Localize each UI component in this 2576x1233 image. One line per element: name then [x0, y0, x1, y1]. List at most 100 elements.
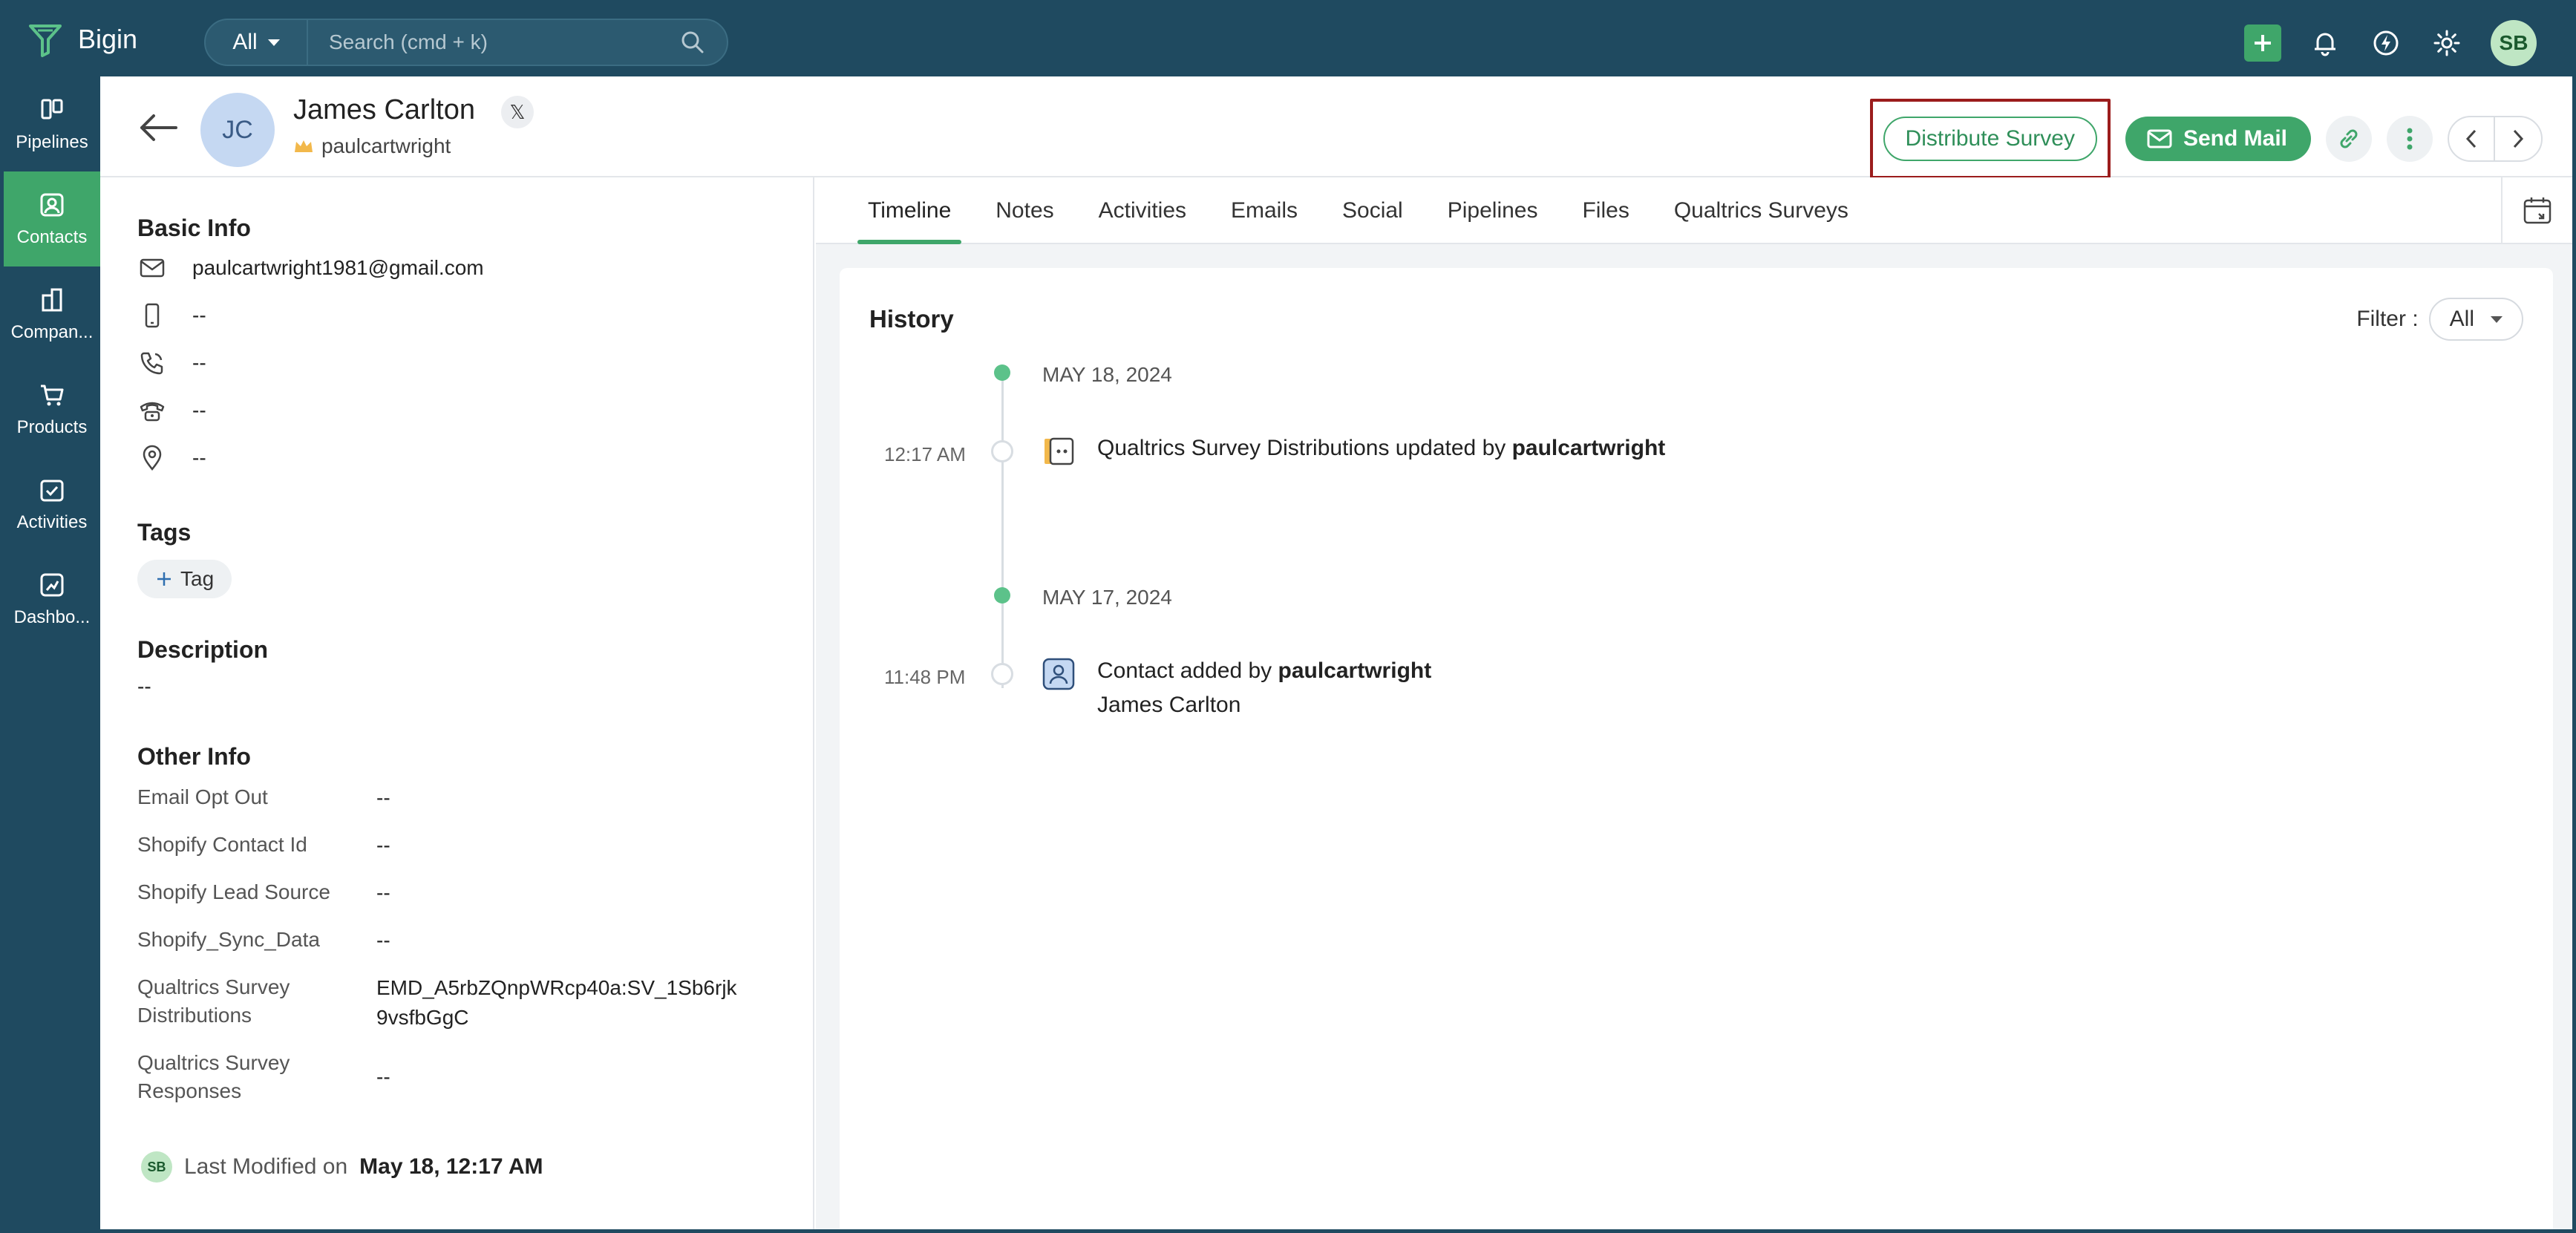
history-card: History Filter : All MAY 18, 2024 12:17 … [840, 268, 2553, 1229]
field-value: EMD_A5rbZQnpWRcp40a:SV_1Sb6rjk9vsfbGgC [376, 976, 737, 1029]
location-pin-icon [143, 445, 162, 471]
contact-name: James Carlton [293, 94, 475, 125]
phone-row: -- [137, 348, 206, 378]
home-phone-row: -- [137, 396, 206, 425]
survey-distribution-icon [1045, 437, 1074, 465]
field-row: Shopify_Sync_Data -- [137, 926, 776, 955]
other-info-title: Other Info [137, 743, 251, 770]
mail-icon [140, 258, 165, 278]
quick-create-button[interactable] [2244, 24, 2281, 62]
event-description: Qualtrics Survey Distributions updated b… [1097, 436, 1512, 460]
automation-button[interactable] [2369, 26, 2403, 60]
event-user[interactable]: paulcartwright [1512, 436, 1666, 460]
sidebar-item-label: Dashbo... [13, 607, 91, 627]
last-modified: SB Last Modified on May 18, 12:17 AM [141, 1151, 543, 1183]
more-options-button[interactable] [2387, 116, 2433, 162]
email-value[interactable]: paulcartwright1981@gmail.com [192, 256, 484, 280]
add-tag-label: Tag [180, 567, 215, 590]
tab-social[interactable]: Social [1320, 177, 1425, 244]
tab-emails[interactable]: Emails [1209, 177, 1320, 244]
mail-icon [2147, 129, 2172, 148]
activities-icon [40, 480, 64, 502]
panel-toggle-button[interactable] [2501, 177, 2572, 244]
timeline-time: 11:48 PM [884, 666, 966, 688]
mobile-phone-icon [145, 303, 160, 328]
event-user[interactable]: paulcartwright [1278, 658, 1432, 683]
header-actions: Distribute Survey Send Mail [1869, 99, 2543, 179]
search-scope-dropdown[interactable]: All [206, 20, 308, 65]
sidebar-item-dashboards[interactable]: Dashbo... [4, 552, 100, 647]
search-scope-label: All [232, 30, 258, 54]
contact-avatar[interactable]: JC [200, 93, 275, 167]
contact-owner: paulcartwright [293, 134, 451, 158]
search-icon[interactable] [678, 27, 707, 57]
chevron-down-icon [2491, 315, 2503, 323]
link-icon [2340, 129, 2358, 148]
contact-card-icon [1042, 658, 1075, 690]
address-value: -- [192, 446, 206, 469]
timeline-date-marker [994, 587, 1010, 604]
previous-record-button[interactable] [2449, 117, 2495, 160]
tab-notes[interactable]: Notes [973, 177, 1076, 244]
back-arrow-icon[interactable] [137, 112, 179, 143]
user-avatar[interactable]: SB [2491, 20, 2537, 66]
timeline-time: 12:17 AM [884, 443, 966, 465]
sidebar-item-contacts[interactable]: Contacts [4, 171, 100, 266]
field-value: -- [376, 1065, 390, 1088]
tab-qualtrics-surveys[interactable]: Qualtrics Surveys [1652, 177, 1871, 244]
kebab-menu-icon [2407, 128, 2413, 150]
timeline-date-marker [994, 364, 1010, 381]
top-right-toolbar: SB [2244, 20, 2537, 66]
field-label: Qualtrics Survey Responses [137, 1051, 290, 1102]
settings-button[interactable] [2430, 26, 2464, 60]
filter-dropdown[interactable]: All [2428, 298, 2523, 341]
mobile-row: -- [137, 301, 206, 330]
timeline-date: MAY 17, 2024 [1042, 586, 1172, 609]
plus-icon [2255, 35, 2271, 51]
sidebar-item-companies[interactable]: Compan... [4, 266, 100, 362]
sidebar-item-products[interactable]: Products [4, 362, 100, 457]
tab-timeline[interactable]: Timeline [846, 177, 973, 244]
history-filter: Filter : All [2356, 298, 2523, 341]
chevron-left-icon [2465, 129, 2477, 148]
tab-activities[interactable]: Activities [1076, 177, 1209, 244]
tags-title: Tags [137, 519, 192, 546]
tab-files[interactable]: Files [1560, 177, 1651, 244]
x-social-icon[interactable]: 𝕏 [501, 96, 534, 128]
field-value: -- [376, 786, 390, 809]
sidebar-item-activities[interactable]: Activities [4, 457, 100, 552]
description-title: Description [137, 636, 269, 663]
field-row: Qualtrics Survey Distributions EMD_A5rbZ… [137, 973, 776, 1033]
email-row: paulcartwright1981@gmail.com [137, 253, 484, 283]
field-value: -- [376, 881, 390, 904]
sidebar-item-pipelines[interactable]: Pipelines [4, 76, 100, 171]
sidebar: Pipelines Contacts Compan... Products Ac… [4, 76, 100, 1229]
search-input[interactable] [308, 20, 678, 65]
tab-pipelines[interactable]: Pipelines [1425, 177, 1560, 244]
modifier-avatar: SB [141, 1151, 172, 1183]
highlight-box: Distribute Survey [1869, 99, 2111, 179]
tabs: Timeline Notes Activities Emails Social … [846, 177, 1871, 244]
crown-icon [295, 140, 313, 152]
send-mail-button[interactable]: Send Mail [2125, 117, 2311, 161]
sidebar-item-label: Products [16, 417, 88, 437]
sidebar-item-label: Contacts [16, 227, 88, 247]
notifications-button[interactable] [2308, 26, 2342, 60]
basic-info-title: Basic Info [137, 215, 251, 241]
companies-icon [42, 288, 62, 312]
add-tag-button[interactable]: Tag [137, 560, 232, 598]
app-name: Bigin [78, 24, 138, 54]
phone-value: -- [192, 351, 206, 374]
description-value: -- [137, 675, 151, 698]
field-label: Shopify Lead Source [137, 880, 330, 903]
details-panel: Basic Info paulcartwright1981@gmail.com … [100, 177, 814, 1229]
next-record-button[interactable] [2495, 117, 2541, 160]
lightning-icon [2373, 30, 2399, 56]
filter-label: Filter : [2356, 307, 2419, 331]
field-row: Qualtrics Survey Responses -- [137, 1049, 776, 1105]
event-subtext[interactable]: James Carlton [1097, 693, 1240, 717]
distribute-survey-button[interactable]: Distribute Survey [1883, 117, 2097, 161]
link-button[interactable] [2326, 116, 2372, 162]
products-icon [41, 385, 64, 406]
app-logo[interactable]: Bigin [26, 20, 137, 59]
